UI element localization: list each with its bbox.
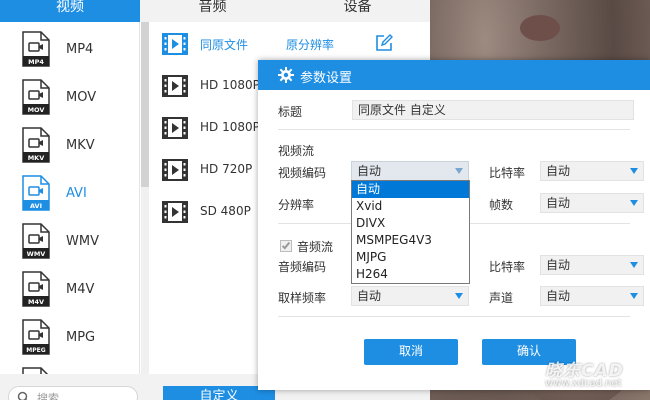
resolution-name: 同原文件 <box>200 38 249 52</box>
file-video-icon: MP4 <box>22 31 50 67</box>
file-video-icon: MPEG <box>22 319 50 355</box>
channel-select[interactable]: 自动 <box>540 286 644 306</box>
file-video-icon: WMV <box>22 223 50 259</box>
file-badge: MOV <box>28 106 45 114</box>
chevron-down-icon <box>455 168 463 174</box>
chevron-down-icon <box>455 293 463 299</box>
file-badge: MP4 <box>28 58 44 66</box>
format-item-m4v[interactable]: M4V M4V <box>0 265 139 313</box>
format-item-wmv[interactable]: WMV WMV <box>0 217 139 265</box>
resolution-name: HD 1080P <box>200 120 260 134</box>
chevron-down-icon <box>630 293 638 299</box>
dialog-header[interactable]: 参数设置 <box>258 60 650 90</box>
search-placeholder: 搜索 <box>37 392 59 400</box>
format-item-mpg[interactable]: MPEG MPG <box>0 313 139 361</box>
dropdown-option[interactable]: H264 <box>352 266 469 283</box>
search-icon <box>17 391 28 400</box>
audio-codec-label: 音频编码 <box>278 260 327 274</box>
film-icon <box>162 159 188 181</box>
resolution-name: HD 1080P <box>200 78 260 92</box>
audio-stream-checkbox[interactable] <box>280 240 292 252</box>
chevron-down-icon <box>630 168 638 174</box>
framerate-label: 帧数 <box>489 198 514 212</box>
tab-audio[interactable]: 音频 <box>140 0 285 22</box>
divider <box>278 129 630 130</box>
file-badge: MKV <box>28 154 45 162</box>
bitrate-label: 比特率 <box>489 166 526 180</box>
resolution-label: 分辨率 <box>278 198 315 212</box>
channel-label: 声道 <box>489 291 514 305</box>
audio-bitrate-select[interactable]: 自动 <box>540 255 644 275</box>
dropdown-option[interactable]: MJPG <box>352 249 469 266</box>
video-codec-dropdown: 自动 Xvid DIVX MSMPEG4V3 MJPG H264 <box>351 180 470 284</box>
preview-image-detail <box>520 15 560 41</box>
channel-value: 自动 <box>546 289 571 303</box>
audio-section-label: 音频流 <box>297 240 334 254</box>
file-badge: AVI <box>30 202 42 210</box>
bitrate-select[interactable]: 自动 <box>540 161 644 181</box>
chevron-down-icon <box>630 262 638 268</box>
dropdown-option[interactable]: MSMPEG4V3 <box>352 232 469 249</box>
watermark-url: www.xdcad.net <box>545 378 622 389</box>
divider <box>278 316 630 317</box>
format-item-mkv[interactable]: MKV MKV <box>0 121 139 169</box>
samplerate-value: 自动 <box>357 289 382 303</box>
format-label: AVI <box>66 185 87 201</box>
audio-bitrate-label: 比特率 <box>489 260 526 274</box>
cancel-button[interactable]: 取消 <box>364 339 458 365</box>
file-video-icon: MKV <box>22 127 50 163</box>
format-label: WMV <box>66 233 99 249</box>
chevron-down-icon <box>630 200 638 206</box>
dropdown-option[interactable]: Xvid <box>352 198 469 215</box>
framerate-select[interactable]: 自动 <box>540 193 644 213</box>
video-codec-label: 视频编码 <box>278 166 327 180</box>
dialog-title: 参数设置 <box>300 71 353 86</box>
resolution-name: SD 480P <box>200 204 251 218</box>
format-item-mov[interactable]: MOV MOV <box>0 73 139 121</box>
watermark: 晓东CAD www.xdcad.net <box>545 356 645 396</box>
check-icon <box>281 240 291 250</box>
file-badge: MPEG <box>26 347 45 354</box>
samplerate-select[interactable]: 自动 <box>351 286 469 306</box>
film-icon <box>162 75 188 97</box>
category-tabs: 视频 音频 设备 <box>0 0 430 22</box>
bitrate-value: 自动 <box>546 164 571 178</box>
video-section-label: 视频流 <box>278 144 315 158</box>
format-label: MKV <box>66 137 95 153</box>
format-item-mp4[interactable]: MP4 MP4 <box>0 25 139 73</box>
file-badge: WMV <box>27 250 46 258</box>
film-icon <box>162 33 188 55</box>
film-icon <box>162 201 188 223</box>
resolution-quality: 原分辨率 <box>286 38 335 52</box>
format-scrollbar-thumb[interactable] <box>141 22 149 187</box>
video-codec-value: 自动 <box>357 164 382 178</box>
dropdown-option[interactable]: 自动 <box>352 181 469 198</box>
tab-video[interactable]: 视频 <box>0 0 140 22</box>
film-icon <box>162 117 188 139</box>
format-label: MOV <box>66 89 97 105</box>
framerate-value: 自动 <box>546 196 571 210</box>
title-input[interactable]: 同原文件 自定义 <box>352 100 634 120</box>
title-label: 标题 <box>278 105 303 119</box>
samplerate-label: 取样频率 <box>278 291 327 305</box>
file-video-icon <box>22 367 49 374</box>
tab-device[interactable]: 设备 <box>285 0 430 22</box>
format-label: MP4 <box>66 41 94 57</box>
video-codec-select[interactable]: 自动 <box>351 161 469 181</box>
search-input[interactable]: 搜索 <box>8 386 138 400</box>
file-badge: M4V <box>28 298 44 306</box>
audio-bitrate-value: 自动 <box>546 258 571 272</box>
format-list: MP4 MP4 MOV MOV MKV MKV AVI AVI WMV WMV … <box>0 22 140 374</box>
format-label: M4V <box>66 281 95 297</box>
file-video-icon: M4V <box>22 271 50 307</box>
format-label: MPG <box>66 329 96 345</box>
file-video-icon: AVI <box>22 175 50 211</box>
dropdown-option[interactable]: DIVX <box>352 215 469 232</box>
format-item-partial <box>0 361 139 374</box>
edit-icon[interactable] <box>375 34 393 52</box>
format-item-avi[interactable]: AVI AVI <box>0 169 139 217</box>
resolution-name: HD 720P <box>200 162 253 176</box>
file-video-icon: MOV <box>22 79 50 115</box>
gear-icon <box>278 67 294 83</box>
